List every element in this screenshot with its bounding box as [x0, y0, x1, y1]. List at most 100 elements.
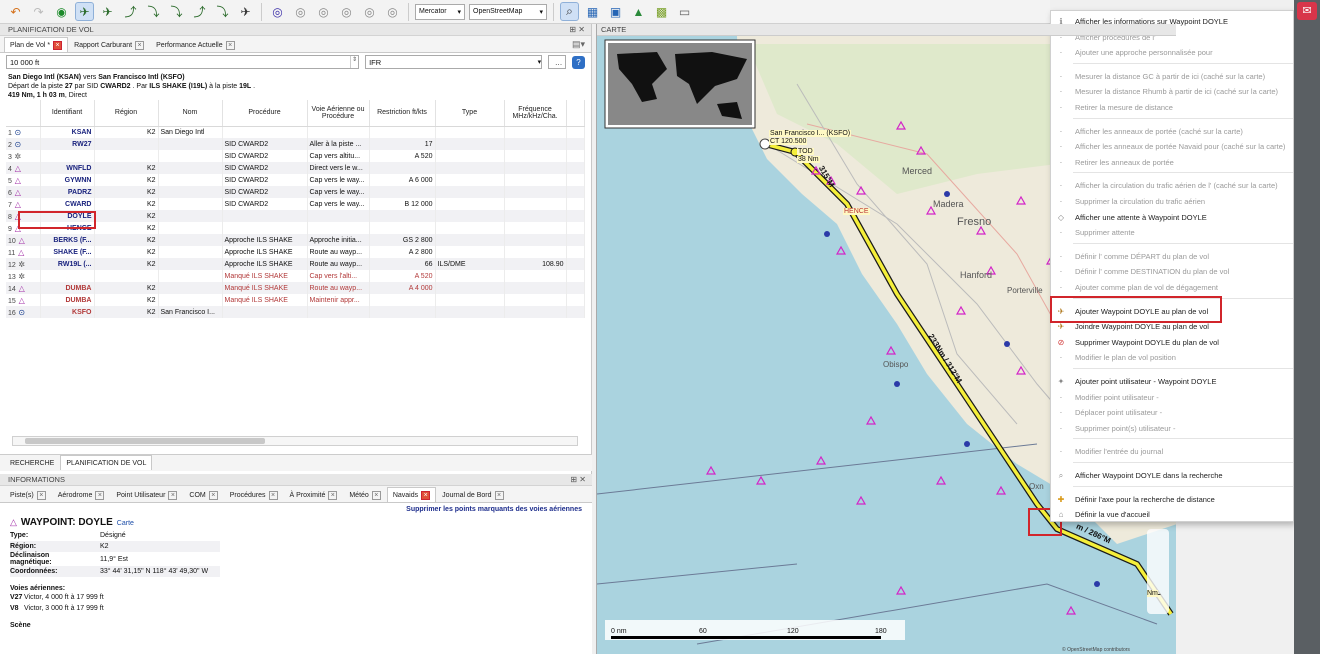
tab-info-7[interactable]: Navaids ×	[386, 487, 437, 502]
map-theme-select[interactable]: OpenStreetMap ▾	[469, 3, 547, 20]
table-row[interactable]: 12 ✲ RW19L (... K2 Approche ILS SHAKE Route …	[6, 258, 585, 270]
menu-item-add-userpoint[interactable]: ✦ Ajouter point utilisateur - Waypoint DO…	[1051, 374, 1293, 389]
tab-info-1[interactable]: Aérodrome ×	[52, 487, 111, 502]
menu-item-center-distance[interactable]: ✚ Définir l'axe pour la recherche de dist…	[1051, 492, 1293, 507]
tab-fuel-report[interactable]: Rapport Carburant ×	[68, 37, 150, 52]
table-row[interactable]: 15 △ DUMBA K2 Manqué ILS SHAKE Maintenir app…	[6, 294, 585, 306]
menu-item-traffic-pattern[interactable]: · Afficher la circulation du trafic aérie…	[1051, 178, 1293, 193]
aircraft-icon[interactable]: ✈	[236, 2, 255, 21]
approach-icon[interactable]: ⤵	[167, 2, 186, 21]
map-overlay-icon[interactable]: ▦	[583, 2, 602, 21]
close-icon[interactable]: ×	[36, 490, 46, 500]
tab-info-8[interactable]: Journal de Bord ×	[436, 487, 509, 502]
close-icon[interactable]: ×	[371, 490, 381, 500]
spinner-icon[interactable]: ⇕	[350, 56, 358, 68]
menu-item-destination[interactable]: · Définir l' comme DESTINATION du plan de…	[1051, 264, 1293, 279]
star-icon[interactable]: ⤵	[144, 2, 163, 21]
close-icon[interactable]: ×	[53, 40, 63, 50]
menu-item-range-rings[interactable]: · Afficher les anneaux de portée (caché s…	[1051, 124, 1293, 139]
tab-info-5[interactable]: À Proximité ×	[284, 487, 344, 502]
menu-item-delete-userpoint[interactable]: · Supprimer point(s) utilisateur -	[1051, 421, 1293, 436]
tab-info-2[interactable]: Point Utilisateur ×	[110, 487, 183, 502]
menu-item-approach[interactable]: · Ajouter une approche personnalisée pour	[1051, 45, 1293, 60]
table-row[interactable]: 10 △ BERKS (F... K2 Approche ILS SHAKE Appro…	[6, 234, 585, 246]
terrain-icon[interactable]: ▲	[629, 2, 648, 21]
tab-info-3[interactable]: COM ×	[183, 487, 223, 502]
arrival-icon[interactable]: ⤵	[213, 2, 232, 21]
table-row[interactable]: 6 △ PADRZ K2 SID CWARD2 Cap vers le way...	[6, 186, 585, 198]
table-row[interactable]: 7 △ CWARD K2 SID CWARD2 Cap vers le way... B …	[6, 198, 585, 210]
column-header[interactable]: Voie Aérienne ou Procédure	[307, 100, 370, 127]
table-row[interactable]: 4 △ WNFLD K2 SID CWARD2 Direct vers le w...	[6, 162, 585, 174]
table-row[interactable]: 2 ⊙ RW27 SID CWARD2 Aller à la piste ... 17	[6, 138, 585, 150]
ils-filter-icon[interactable]: ◎	[337, 2, 356, 21]
column-header[interactable]: Identifiant	[40, 100, 95, 127]
menu-item-home-view[interactable]: ⌂ Définir la vue d'accueil	[1051, 507, 1293, 522]
column-header[interactable]: Nom	[158, 100, 223, 127]
table-row[interactable]: 5 △ GYWNN K2 SID CWARD2 Cap vers le way... A …	[6, 174, 585, 186]
airway-filter-icon[interactable]: ◎	[383, 2, 402, 21]
add-route-icon[interactable]: ✈	[98, 2, 117, 21]
cruise-altitude-input[interactable]: 10 000 ft ⇕	[6, 55, 360, 69]
close-icon[interactable]: ×	[135, 40, 145, 50]
flight-rules-select[interactable]: IFR ▾	[365, 55, 543, 69]
column-header[interactable]: Procédure	[222, 100, 308, 127]
close-icon[interactable]: ×	[494, 490, 504, 500]
remove-airway-points-link[interactable]: Supprimer les points marquants des voies…	[10, 506, 582, 513]
menu-item-navaid-rings[interactable]: · Afficher les anneaux de portée Navaid p…	[1051, 139, 1293, 154]
sid-icon[interactable]: ⤴	[121, 2, 140, 21]
menu-item-edit-position[interactable]: · Modifier le plan de vol position	[1051, 350, 1293, 365]
navaid-filter-icon[interactable]: ◎	[268, 2, 287, 21]
redo-icon[interactable]: ↷	[29, 2, 48, 21]
waypoint-filter-icon[interactable]: ◎	[360, 2, 379, 21]
menu-item-remove-hold[interactable]: · Supprimer attente	[1051, 225, 1293, 240]
undo-icon[interactable]: ↶	[6, 2, 25, 21]
close-icon[interactable]: ×	[95, 490, 105, 500]
app-icon[interactable]: ✉	[1297, 2, 1317, 20]
column-header[interactable]: Fréquence MHz/kHz/Cha.	[504, 100, 567, 127]
column-header[interactable]: Type	[435, 100, 505, 127]
table-row[interactable]: 11 △ SHAKE (F... K2 Approche ILS SHAKE Route…	[6, 246, 585, 258]
close-icon[interactable]: ×	[225, 40, 235, 50]
scrollbar-thumb[interactable]	[25, 438, 265, 444]
menu-item-hold[interactable]: ◇ Afficher une attente à Waypoint DOYLE	[1051, 210, 1293, 225]
table-row[interactable]: 16 ⊙ KSFO K2 San Francisco I...	[6, 306, 585, 318]
close-icon[interactable]: ×	[168, 490, 178, 500]
route-select-icon[interactable]: ✈	[75, 2, 94, 21]
table-row[interactable]: 13 ✲ Manqué ILS SHAKE Cap vers l'alti... A …	[6, 270, 585, 282]
panel-menu-icon[interactable]: ▤▾	[572, 39, 591, 52]
menu-item-search[interactable]: ⌕ Afficher Waypoint DOYLE dans la recherc…	[1051, 468, 1293, 483]
column-header[interactable]: Restriction ft/kts	[369, 100, 436, 127]
menu-item-delete-waypoint[interactable]: ⊘ Supprimer Waypoint DOYLE du plan de vol	[1051, 335, 1293, 350]
tab-flight-planning[interactable]: PLANIFICATION DE VOL	[60, 455, 153, 470]
tab-info-0[interactable]: Piste(s) ×	[4, 487, 52, 502]
menu-item-departure[interactable]: · Définir l' comme DÉPART du plan de vol	[1051, 249, 1293, 264]
menu-item-remove-traffic[interactable]: · Supprimer la circulation du trafic aéri…	[1051, 194, 1293, 209]
map-home-icon[interactable]: ◉	[52, 2, 71, 21]
close-icon[interactable]: ×	[328, 490, 338, 500]
vor-filter-icon[interactable]: ◎	[291, 2, 310, 21]
panel-controls[interactable]: ⊞ ✕	[570, 474, 586, 486]
projection-select[interactable]: Mercator ▾	[415, 3, 465, 20]
table-row[interactable]: 3 ✲ SID CWARD2 Cap vers altitu... A 520	[6, 150, 585, 162]
grid-icon[interactable]: ▩	[652, 2, 671, 21]
menu-item-logbook[interactable]: · Modifier l'entrée du journal	[1051, 444, 1293, 459]
column-header[interactable]	[6, 100, 41, 127]
table-row[interactable]: 1 ⊙ KSAN K2 San Diego Intl	[6, 126, 585, 138]
close-icon[interactable]: ×	[208, 490, 218, 500]
tab-info-4[interactable]: Procédures ×	[224, 487, 284, 502]
tab-info-6[interactable]: Météo ×	[343, 487, 386, 502]
menu-item-remove-rings[interactable]: · Retirer les anneaux de portée	[1051, 155, 1293, 170]
close-icon[interactable]: ×	[421, 490, 431, 500]
departure-icon[interactable]: ⤴	[190, 2, 209, 21]
close-icon[interactable]: ×	[268, 490, 278, 500]
panel-controls[interactable]: ⊞ ✕	[569, 24, 585, 36]
tab-performance[interactable]: Performance Actuelle ×	[150, 37, 241, 52]
menu-item-remove-measure[interactable]: · Retirer la mesure de distance	[1051, 100, 1293, 115]
zoom-icon[interactable]: ⌕	[560, 2, 579, 21]
menu-item-edit-userpoint[interactable]: · Modifier point utilisateur -	[1051, 390, 1293, 405]
menu-item-move-userpoint[interactable]: · Déplacer point utilisateur -	[1051, 405, 1293, 420]
table-row[interactable]: 14 △ DUMBA K2 Manqué ILS SHAKE Route au wayp…	[6, 282, 585, 294]
tab-search[interactable]: RECHERCHE	[4, 455, 60, 470]
map-link[interactable]: Carte	[117, 520, 134, 527]
